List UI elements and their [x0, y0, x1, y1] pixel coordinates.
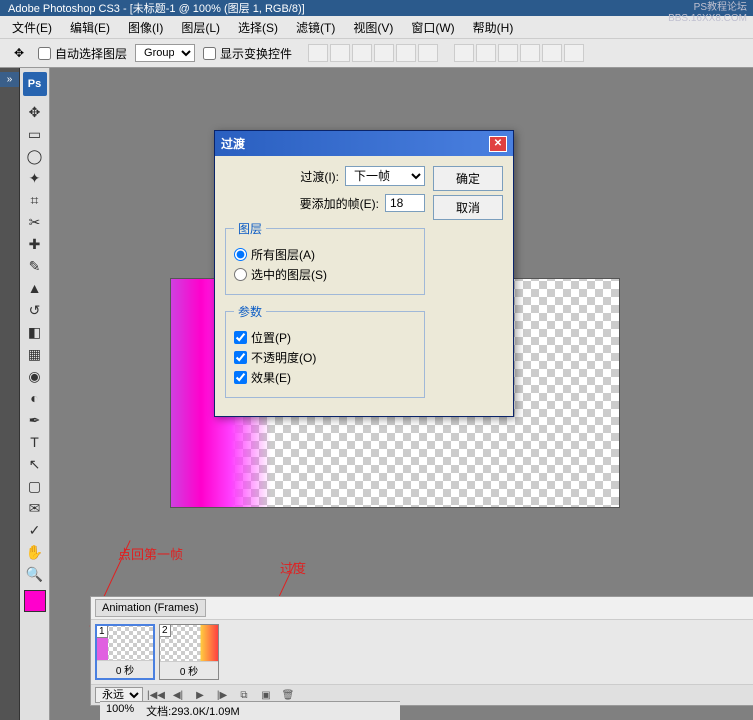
frame-2[interactable]: 2 0 秒: [159, 624, 219, 680]
menu-image[interactable]: 图像(I): [120, 17, 171, 38]
distribute-icons: [454, 44, 584, 62]
marquee-tool[interactable]: ▭: [23, 124, 47, 144]
show-transform-input[interactable]: [203, 47, 216, 60]
ps-logo-icon: Ps: [23, 72, 47, 96]
dist-bottom-icon[interactable]: [498, 44, 518, 62]
menu-filter[interactable]: 滤镜(T): [288, 17, 343, 38]
align-left-icon[interactable]: [374, 44, 394, 62]
animation-panel: Animation (Frames) – × 1 0 秒 2 0 秒 永远 |◀…: [90, 596, 753, 706]
transition-label: 过渡(I):: [300, 168, 339, 185]
all-layers-radio[interactable]: [234, 248, 247, 261]
frame-1-time[interactable]: 0 秒: [97, 660, 153, 678]
side-tab-expand-icon[interactable]: »: [0, 72, 19, 87]
pen-tool[interactable]: ✒: [23, 410, 47, 430]
blur-tool[interactable]: ◉: [23, 366, 47, 386]
history-brush-tool[interactable]: ↺: [23, 300, 47, 320]
menu-bar: 文件(E) 编辑(E) 图像(I) 图层(L) 选择(S) 滤镜(T) 视图(V…: [0, 16, 753, 38]
eraser-tool[interactable]: ◧: [23, 322, 47, 342]
frame-2-time[interactable]: 0 秒: [160, 661, 218, 679]
frame-2-number: 2: [160, 625, 171, 637]
layers-fieldset: 图层 所有图层(A) 选中的图层(S): [225, 220, 425, 295]
frame-1[interactable]: 1 0 秒: [95, 624, 155, 680]
dodge-tool[interactable]: ◐: [23, 388, 47, 408]
eyedropper-tool[interactable]: ✓: [23, 520, 47, 540]
path-tool[interactable]: ↖: [23, 454, 47, 474]
align-top-icon[interactable]: [308, 44, 328, 62]
doc-size: 文档:293.0K/1.09M: [146, 703, 240, 719]
params-legend: 参数: [234, 303, 266, 320]
notes-tool[interactable]: ✉: [23, 498, 47, 518]
watermark: PS教程论坛 BBS.16XX8.COM: [668, 2, 747, 24]
menu-window[interactable]: 窗口(W): [403, 17, 462, 38]
heal-tool[interactable]: ✚: [23, 234, 47, 254]
frame-1-number: 1: [97, 626, 108, 638]
app-title: Adobe Photoshop CS3 - [未标题-1 @ 100% (图层 …: [8, 0, 305, 16]
frames-input[interactable]: [385, 194, 425, 212]
lasso-tool[interactable]: ◯: [23, 146, 47, 166]
dialog-body: 过渡(I): 下一帧 要添加的帧(E): 图层 所有图层(A) 选中的图层(S)…: [215, 156, 513, 416]
animation-header: Animation (Frames) – ×: [91, 597, 753, 620]
show-transform-checkbox[interactable]: 显示变换控件: [203, 45, 292, 62]
dialog-title-text: 过渡: [221, 135, 245, 152]
align-icons: [308, 44, 438, 62]
animation-tab[interactable]: Animation (Frames): [95, 599, 206, 617]
group-select[interactable]: Group: [135, 44, 195, 62]
dist-left-icon[interactable]: [520, 44, 540, 62]
menu-view[interactable]: 视图(V): [345, 17, 401, 38]
frames-label: 要添加的帧(E):: [300, 195, 379, 212]
dist-top-icon[interactable]: [454, 44, 474, 62]
slice-tool[interactable]: ✂: [23, 212, 47, 232]
side-tab: »: [0, 68, 20, 720]
align-bottom-icon[interactable]: [352, 44, 372, 62]
move-tool[interactable]: ✥: [23, 102, 47, 122]
tween-dialog: 过渡 ✕ 过渡(I): 下一帧 要添加的帧(E): 图层 所有图层(A) 选中的…: [214, 130, 514, 417]
annotation-back-first: 点回第一帧: [118, 544, 183, 563]
dist-right-icon[interactable]: [564, 44, 584, 62]
auto-select-checkbox[interactable]: 自动选择图层: [38, 45, 127, 62]
menu-help[interactable]: 帮助(H): [465, 17, 522, 38]
selected-layers-radio[interactable]: [234, 268, 247, 281]
crop-tool[interactable]: ⌗: [23, 190, 47, 210]
params-fieldset: 参数 位置(P) 不透明度(O) 效果(E): [225, 303, 425, 398]
brush-tool[interactable]: ✎: [23, 256, 47, 276]
opacity-checkbox[interactable]: [234, 351, 247, 364]
hand-tool[interactable]: ✋: [23, 542, 47, 562]
foreground-color-swatch[interactable]: [24, 590, 46, 612]
menu-select[interactable]: 选择(S): [230, 17, 286, 38]
align-right-icon[interactable]: [418, 44, 438, 62]
menu-file[interactable]: 文件(E): [4, 17, 60, 38]
shape-tool[interactable]: ▢: [23, 476, 47, 496]
align-vcenter-icon[interactable]: [330, 44, 350, 62]
animation-frames: 1 0 秒 2 0 秒: [91, 620, 753, 684]
type-tool[interactable]: T: [23, 432, 47, 452]
dist-hcenter-icon[interactable]: [542, 44, 562, 62]
align-hcenter-icon[interactable]: [396, 44, 416, 62]
ok-button[interactable]: 确定: [433, 166, 503, 191]
options-bar: ✥ 自动选择图层 Group 显示变换控件: [0, 38, 753, 68]
title-bar: Adobe Photoshop CS3 - [未标题-1 @ 100% (图层 …: [0, 0, 753, 16]
zoom-tool[interactable]: 🔍: [23, 564, 47, 584]
effect-checkbox[interactable]: [234, 371, 247, 384]
layers-legend: 图层: [234, 220, 266, 237]
status-bar: 100% 文档:293.0K/1.09M: [100, 701, 400, 720]
menu-edit[interactable]: 编辑(E): [62, 17, 118, 38]
dialog-titlebar[interactable]: 过渡 ✕: [215, 131, 513, 156]
stamp-tool[interactable]: ▲: [23, 278, 47, 298]
gradient-tool[interactable]: ▦: [23, 344, 47, 364]
zoom-level: 100%: [106, 703, 134, 719]
dialog-close-button[interactable]: ✕: [489, 136, 507, 152]
cancel-button[interactable]: 取消: [433, 195, 503, 220]
menu-layer[interactable]: 图层(L): [173, 17, 228, 38]
move-tool-icon: ✥: [8, 42, 30, 64]
transition-select[interactable]: 下一帧: [345, 166, 425, 186]
wand-tool[interactable]: ✦: [23, 168, 47, 188]
dist-vcenter-icon[interactable]: [476, 44, 496, 62]
position-checkbox[interactable]: [234, 331, 247, 344]
tools-panel: Ps ✥ ▭ ◯ ✦ ⌗ ✂ ✚ ✎ ▲ ↺ ◧ ▦ ◉ ◐ ✒ T ↖ ▢ ✉…: [20, 68, 50, 720]
auto-select-input[interactable]: [38, 47, 51, 60]
